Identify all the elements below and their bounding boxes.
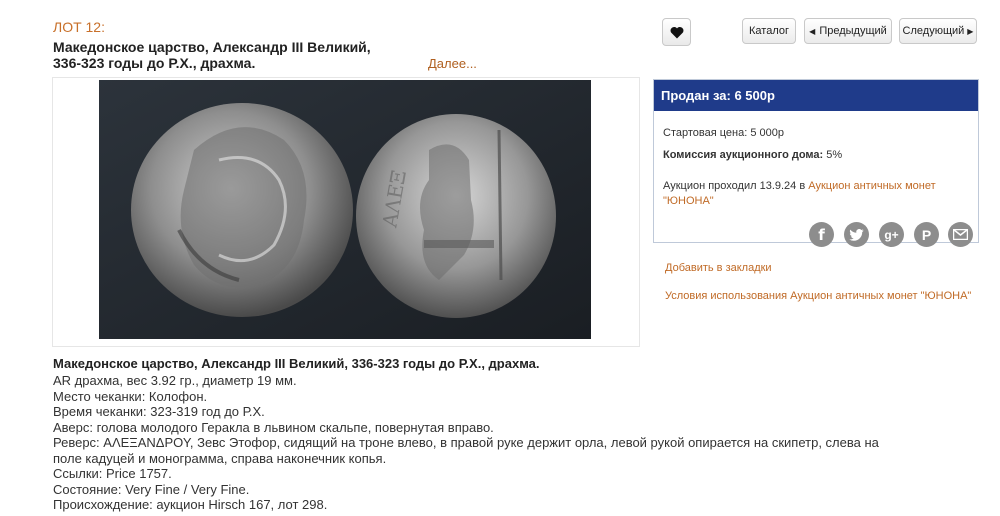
commission-value: 5%	[826, 149, 843, 161]
catalog-button-label: Каталог	[749, 25, 789, 37]
pinterest-share-button[interactable]: P	[914, 222, 939, 247]
start-price: Стартовая цена: 5 000р	[663, 127, 784, 139]
sold-price-header: Продан за: 6 500р	[654, 80, 978, 111]
coin-image: ΑΛΕΞ	[99, 80, 591, 339]
description-title: Македонское царство, Александр III Велик…	[53, 356, 540, 371]
description-condition: Состояние: Very Fine / Very Fine.	[53, 481, 250, 497]
previous-button[interactable]: ◀ Предыдущий	[804, 18, 892, 44]
description-weight: AR драхма, вес 3.92 гр., диаметр 19 мм.	[53, 373, 297, 388]
description-date: Время чеканки: 323-319 год до Р.Х.	[53, 404, 265, 419]
twitter-share-button[interactable]	[844, 222, 869, 247]
google-plus-icon: g+	[884, 227, 899, 242]
description-references: Ссылки: Price 1757.	[53, 466, 172, 481]
more-link[interactable]: Далее...	[428, 56, 477, 71]
lot-number: ЛОТ 12:	[53, 19, 105, 35]
auction-date-text: Аукцион проходил 13.9.24 в	[663, 180, 806, 192]
heart-icon	[670, 26, 683, 38]
google-plus-share-button[interactable]: g+	[879, 222, 904, 247]
email-share-button[interactable]	[948, 222, 973, 247]
next-button[interactable]: Следующий ▶	[899, 18, 977, 44]
facebook-icon: f	[818, 225, 825, 244]
description-obverse: Аверс: голова молодого Геракла в львином…	[53, 419, 494, 435]
favorite-button[interactable]	[662, 18, 691, 46]
chevron-right-icon: ▶	[967, 26, 974, 36]
terms-link[interactable]: Условия использования Аукцион античных м…	[665, 290, 971, 302]
commission-label: Комиссия аукционного дома:	[663, 149, 824, 161]
previous-button-label: Предыдущий	[819, 25, 887, 37]
catalog-button[interactable]: Каталог	[742, 18, 796, 44]
description-mint: Место чеканки: Колофон.	[53, 388, 208, 404]
auction-info: Аукцион проходил 13.9.24 в Аукцион антич…	[663, 179, 963, 209]
sale-info-panel: Продан за: 6 500р Стартовая цена: 5 000р…	[653, 79, 979, 243]
auction-link-name[interactable]: "ЮНОНА"	[663, 195, 714, 207]
description-provenance: Происхождение: аукцион Hirsch 167, лот 2…	[53, 497, 328, 512]
email-icon	[953, 229, 968, 240]
pinterest-icon: P	[921, 226, 932, 243]
lot-title: Македонское царство, Александр III Велик…	[53, 39, 413, 71]
chevron-left-icon: ◀	[809, 26, 816, 36]
coin-photo[interactable]: ΑΛΕΞ	[99, 80, 591, 339]
description-reverse-cont: поле кадуцей и монограмма, справа наконе…	[53, 450, 387, 466]
description-reverse: Реверс: ΑΛΕΞΑΝΔΡΟΥ, Зевс Этофор, сидящий…	[53, 435, 879, 450]
auction-link[interactable]: Аукцион античных монет	[808, 180, 935, 192]
facebook-share-button[interactable]: f	[809, 222, 834, 247]
bookmark-link[interactable]: Добавить в закладки	[665, 262, 772, 274]
twitter-icon	[849, 228, 864, 241]
lot-title-line2: 336-323 годы до Р.Х., драхма.	[53, 55, 256, 71]
lot-title-line1: Македонское царство, Александр III Велик…	[53, 39, 371, 55]
commission-line: Комиссия аукционного дома: 5%	[663, 149, 842, 161]
next-button-label: Следующий	[902, 25, 965, 37]
